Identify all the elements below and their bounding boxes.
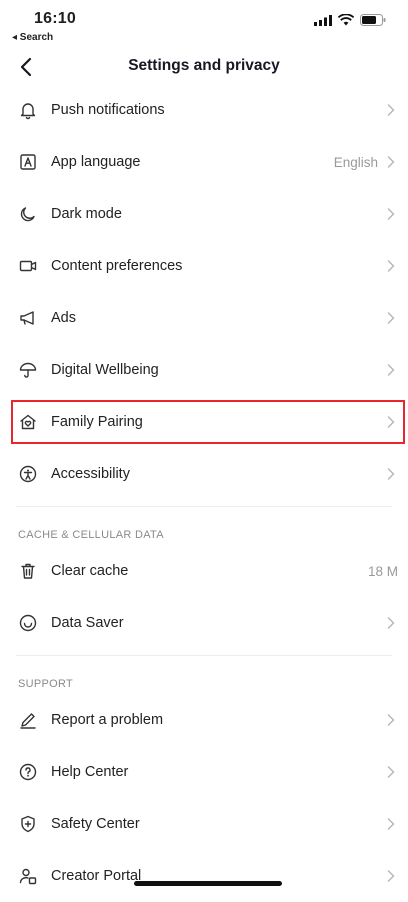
chevron-right-icon [387,104,395,116]
settings-row-label: Accessibility [51,466,130,482]
language-icon [18,152,38,172]
chevron-right-icon [387,156,395,168]
status-bar: 16:10 ◂ Search [0,0,408,48]
settings-row-label: Content preferences [51,258,183,274]
chevron-right-icon [387,364,395,376]
data-saver-icon [18,613,38,633]
pencil-icon [18,710,38,730]
chevron-right-icon [387,260,395,272]
settings-row-label: Report a problem [51,712,164,728]
settings-row-ads[interactable]: Ads [0,292,408,344]
settings-list: Push notifications App language English Dar… [0,84,408,902]
home-heart-icon [18,412,38,432]
settings-row-saver[interactable]: Data Saver [0,597,408,649]
nav-bar: Settings and privacy [0,48,408,86]
settings-row-label: Push notifications [51,102,165,118]
section-header-cache: CACHE & CELLULAR DATA [18,529,164,541]
chevron-right-icon [387,714,395,726]
settings-row-label: Family Pairing [51,414,143,430]
creator-icon [18,866,38,886]
trash-icon [18,561,38,581]
chevron-right-icon [387,416,395,428]
group-cache: Clear cache 18 M Data Saver [0,545,408,649]
chevron-right-icon [387,312,395,324]
settings-row-help[interactable]: Help Center [0,746,408,798]
status-icons [314,14,386,26]
settings-row-value: English [333,154,378,170]
chevron-right-icon [387,468,395,480]
settings-row-label: Ads [51,310,76,326]
bell-icon [18,100,38,120]
signal-icon [314,14,332,26]
settings-row-label: Data Saver [51,615,124,631]
back-to-app-link[interactable]: ◂ Search [12,32,53,43]
section-header-support: SUPPORT [18,678,74,690]
group-account-settings: Push notifications App language English Dar… [0,84,408,500]
shield-icon [18,814,38,834]
settings-row-dark[interactable]: Dark mode [0,188,408,240]
chevron-right-icon [387,208,395,220]
settings-row-report[interactable]: Report a problem [0,694,408,746]
group-support: Report a problem Help Center Safety Center… [0,694,408,902]
chevron-right-icon [387,818,395,830]
settings-row-push[interactable]: Push notifications [0,84,408,136]
settings-row-label: Creator Portal [51,868,142,884]
settings-row-family[interactable]: Family Pairing [0,396,408,448]
accessibility-icon [18,464,38,484]
chevron-right-icon [387,617,395,629]
video-icon [18,256,38,276]
settings-row-label: Help Center [51,764,129,780]
page-title: Settings and privacy [128,57,280,74]
megaphone-icon [18,308,38,328]
settings-row-clear[interactable]: Clear cache 18 M [0,545,408,597]
settings-row-wellbeing[interactable]: Digital Wellbeing [0,344,408,396]
settings-row-label: Clear cache [51,563,129,579]
settings-row-content[interactable]: Content preferences [0,240,408,292]
home-indicator [134,881,282,886]
wifi-icon [338,14,354,26]
umbrella-icon [18,360,38,380]
status-time: 16:10 [34,10,76,27]
battery-icon [360,14,386,26]
moon-icon [18,204,38,224]
settings-row-creator[interactable]: Creator Portal [0,850,408,902]
chevron-right-icon [387,766,395,778]
settings-row-label: App language [51,154,141,170]
settings-row-safety[interactable]: Safety Center [0,798,408,850]
question-icon [18,762,38,782]
settings-row-value: 18 M [367,563,398,579]
settings-row-language[interactable]: App language English [0,136,408,188]
settings-row-accessibility[interactable]: Accessibility [0,448,408,500]
settings-row-label: Digital Wellbeing [51,362,159,378]
settings-row-label: Dark mode [51,206,122,222]
chevron-right-icon [387,870,395,882]
settings-row-label: Safety Center [51,816,140,832]
